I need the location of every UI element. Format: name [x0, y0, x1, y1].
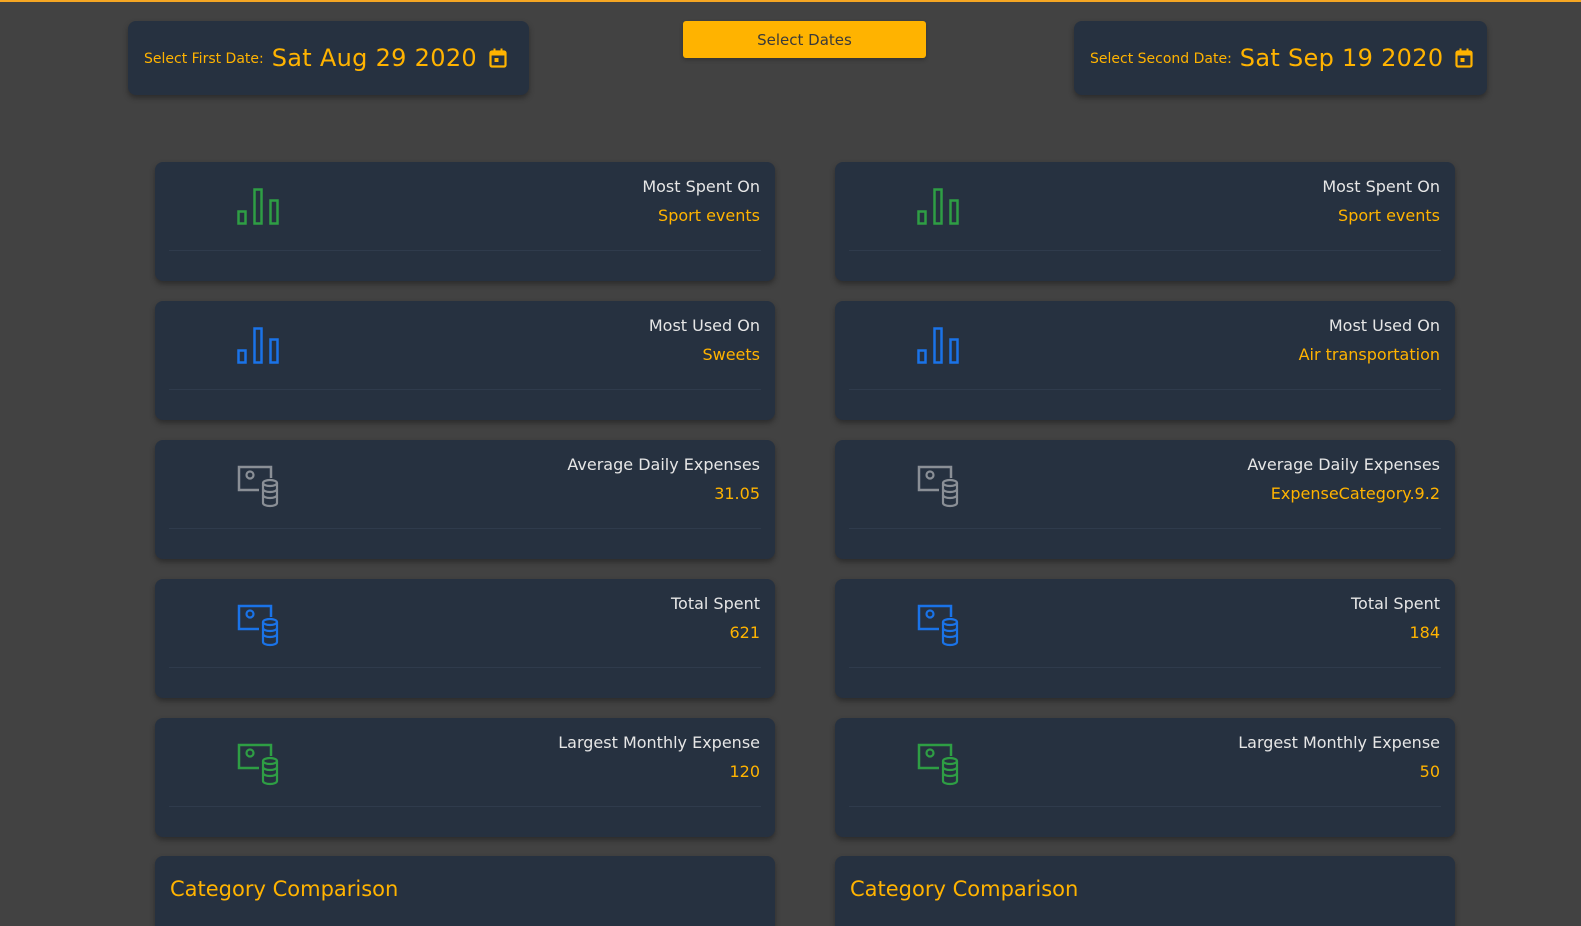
card-divider [849, 806, 1441, 807]
total-spent-card-right: Total Spent 184 [835, 579, 1455, 698]
card-value: 621 [729, 623, 760, 642]
money-coins-icon [917, 743, 959, 786]
card-divider [169, 667, 761, 668]
avg-daily-card-left: Average Daily Expenses 31.05 [155, 440, 775, 559]
select-dates-button[interactable]: Select Dates [683, 21, 926, 58]
most-used-card-left: Most Used On Sweets [155, 301, 775, 420]
card-divider [849, 250, 1441, 251]
money-coins-icon [237, 743, 279, 786]
bar-chart-icon [917, 188, 959, 225]
money-coins-icon [917, 604, 959, 647]
card-divider [169, 250, 761, 251]
card-title: Most Used On [648, 316, 760, 335]
most-spent-card-left: Most Spent On Sport events [155, 162, 775, 281]
category-comparison-title: Category Comparison [170, 877, 399, 901]
card-value: 184 [1409, 623, 1440, 642]
card-divider [169, 528, 761, 529]
first-date-label: Select First Date: [144, 51, 264, 67]
card-divider [849, 528, 1441, 529]
card-value: 31.05 [714, 484, 760, 503]
bar-chart-icon [237, 188, 279, 225]
card-divider [169, 389, 761, 390]
second-date-picker[interactable]: Select Second Date: Sat Sep 19 2020 [1074, 21, 1487, 95]
card-title: Most Used On [1328, 316, 1440, 335]
card-value: ExpenseCategory.9.2 [1270, 484, 1440, 503]
card-title: Average Daily Expenses [1247, 455, 1440, 474]
card-title: Total Spent [1350, 594, 1440, 613]
card-value: Sport events [1338, 206, 1440, 225]
money-coins-icon [917, 465, 959, 508]
calendar-icon[interactable] [1455, 48, 1473, 68]
card-divider [849, 667, 1441, 668]
largest-monthly-card-left: Largest Monthly Expense 120 [155, 718, 775, 837]
card-value: Sport events [658, 206, 760, 225]
card-title: Most Spent On [1322, 177, 1440, 196]
total-spent-card-left: Total Spent 621 [155, 579, 775, 698]
card-title: Largest Monthly Expense [558, 733, 760, 752]
card-title: Largest Monthly Expense [1238, 733, 1440, 752]
card-value: Air transportation [1298, 345, 1440, 364]
category-comparison-card-right: Category Comparison [835, 856, 1455, 926]
first-date-value[interactable]: Sat Aug 29 2020 [272, 44, 477, 72]
largest-monthly-card-right: Largest Monthly Expense 50 [835, 718, 1455, 837]
most-spent-card-right: Most Spent On Sport events [835, 162, 1455, 281]
card-title: Average Daily Expenses [567, 455, 760, 474]
second-date-label: Select Second Date: [1090, 51, 1232, 67]
bar-chart-icon [917, 327, 959, 364]
second-date-value[interactable]: Sat Sep 19 2020 [1240, 44, 1444, 72]
avg-daily-card-right: Average Daily Expenses ExpenseCategory.9… [835, 440, 1455, 559]
money-coins-icon [237, 604, 279, 647]
calendar-icon[interactable] [489, 48, 507, 68]
card-value: 120 [729, 762, 760, 781]
bar-chart-icon [237, 327, 279, 364]
card-title: Total Spent [670, 594, 760, 613]
card-title: Most Spent On [642, 177, 760, 196]
category-comparison-card-left: Category Comparison [155, 856, 775, 926]
card-divider [169, 806, 761, 807]
category-comparison-title: Category Comparison [850, 877, 1079, 901]
card-divider [849, 389, 1441, 390]
money-coins-icon [237, 465, 279, 508]
card-value: Sweets [702, 345, 760, 364]
first-date-picker[interactable]: Select First Date: Sat Aug 29 2020 [128, 21, 529, 95]
card-value: 50 [1419, 762, 1440, 781]
most-used-card-right: Most Used On Air transportation [835, 301, 1455, 420]
top-accent-line [0, 0, 1581, 2]
